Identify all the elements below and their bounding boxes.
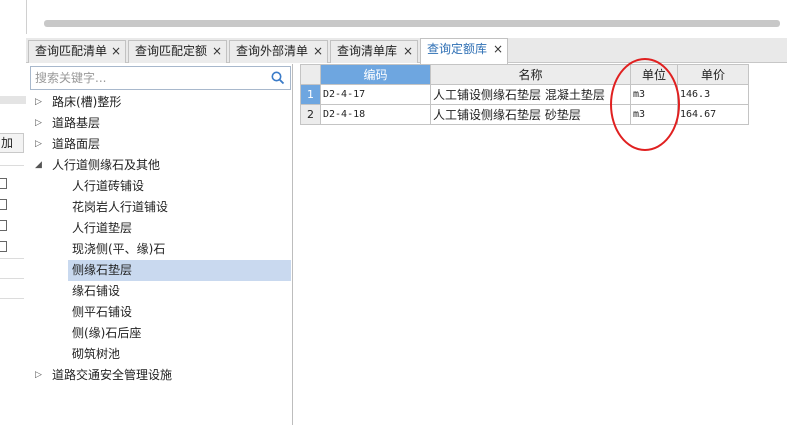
tree-node-sidewalk-curb[interactable]: ◢ 人行道侧缘石及其他 [27, 155, 291, 176]
tree-node-label: 道路交通安全管理设施 [52, 368, 173, 382]
tree-node-traffic-safety[interactable]: ▷ 道路交通安全管理设施 [27, 365, 291, 386]
left-strip-checkbox[interactable] [0, 241, 7, 252]
tree-node-curb-backing[interactable]: 侧(缘)石后座 [27, 323, 291, 344]
tree-node-label: 现浇侧(平、缘)石 [72, 242, 166, 256]
tab-list-library[interactable]: 查询清单库 × [330, 40, 418, 63]
close-icon[interactable]: × [493, 39, 503, 60]
left-strip-divider [0, 165, 24, 166]
tree-node-label: 砌筑树池 [72, 347, 121, 361]
tab-bar: 查询匹配清单 × 查询匹配定额 × 查询外部清单 × 查询清单库 × 查询定额库… [26, 38, 787, 64]
tree-node-label: 侧(缘)石后座 [72, 326, 142, 340]
tab-label: 查询清单库 [337, 44, 398, 58]
search-input[interactable] [31, 67, 256, 89]
close-icon[interactable]: × [403, 41, 413, 62]
row-number[interactable]: 2 [300, 104, 321, 125]
left-side-strip: 加 [0, 0, 26, 425]
table-row[interactable]: 2 D2-4-18 人工铺设侧缘石垫层 砂垫层 m3 164.67 [300, 104, 749, 125]
tree-node-label: 人行道砖铺设 [72, 179, 145, 193]
tree-node-curb-cushion[interactable]: 侧缘石垫层 [68, 260, 291, 281]
tree-node-subgrade[interactable]: ▷ 路床(槽)整形 [27, 92, 291, 113]
tree-node-label: 花岗岩人行道铺设 [72, 200, 169, 214]
expand-arrow-icon[interactable]: ▷ [35, 365, 45, 386]
quota-table: 编码 名称 单位 单价 1 D2-4-17 人工铺设侧缘石垫层 混凝土垫层 m3… [300, 64, 749, 125]
category-tree: ▷ 路床(槽)整形 ▷ 道路基层 ▷ 道路面层 ◢ 人行道侧缘石及其他 人行道砖… [27, 92, 291, 386]
expand-arrow-icon[interactable]: ▷ [35, 134, 45, 155]
close-icon[interactable]: × [111, 41, 121, 62]
category-tree-panel: ▷ 路床(槽)整形 ▷ 道路基层 ▷ 道路面层 ◢ 人行道侧缘石及其他 人行道砖… [27, 64, 293, 425]
column-header-unit[interactable]: 单位 [630, 64, 678, 85]
cell-price[interactable]: 164.67 [677, 104, 749, 125]
column-header-price[interactable]: 单价 [677, 64, 749, 85]
left-strip-divider [0, 278, 24, 279]
cell-price[interactable]: 146.3 [677, 84, 749, 105]
search-icon[interactable] [270, 70, 286, 86]
tab-label: 查询匹配定额 [135, 44, 208, 58]
tree-node-label: 道路基层 [52, 116, 101, 130]
row-number[interactable]: 1 [300, 84, 321, 105]
tree-node-curb-laying[interactable]: 缘石铺设 [27, 281, 291, 302]
left-strip-checkbox[interactable] [0, 220, 7, 231]
close-icon[interactable]: × [313, 41, 323, 62]
tree-node-label: 人行道垫层 [72, 221, 133, 235]
table-row[interactable]: 1 D2-4-17 人工铺设侧缘石垫层 混凝土垫层 m3 146.3 [300, 84, 749, 105]
tree-node-label: 侧缘石垫层 [72, 263, 133, 277]
column-header-name[interactable]: 名称 [430, 64, 631, 85]
tree-node-tree-pit[interactable]: 砌筑树池 [27, 344, 291, 365]
row-header-corner [300, 64, 321, 85]
expand-arrow-icon[interactable]: ▷ [35, 92, 45, 113]
quota-grid-panel: 编码 名称 单位 单价 1 D2-4-17 人工铺设侧缘石垫层 混凝土垫层 m3… [297, 64, 787, 425]
top-panel [26, 0, 787, 34]
tab-label: 查询定额库 [427, 42, 488, 56]
left-strip-add-label[interactable]: 加 [0, 133, 24, 153]
tab-label: 查询外部清单 [236, 44, 309, 58]
tree-node-label: 人行道侧缘石及其他 [52, 158, 161, 172]
tree-node-granite-sidewalk[interactable]: 花岗岩人行道铺设 [27, 197, 291, 218]
cell-code[interactable]: D2-4-18 [320, 104, 431, 125]
tree-node-label: 侧平石铺设 [72, 305, 133, 319]
cell-code[interactable]: D2-4-17 [320, 84, 431, 105]
left-strip-header [0, 96, 26, 104]
tree-node-label: 道路面层 [52, 137, 101, 151]
cell-name[interactable]: 人工铺设侧缘石垫层 混凝土垫层 [430, 84, 631, 105]
left-strip-checkbox[interactable] [0, 199, 7, 210]
tree-node-sidewalk-brick[interactable]: 人行道砖铺设 [27, 176, 291, 197]
tree-node-surface-course[interactable]: ▷ 道路面层 [27, 134, 291, 155]
tab-match-quota[interactable]: 查询匹配定额 × [128, 40, 227, 63]
left-strip-checkbox[interactable] [0, 178, 7, 189]
tree-node-sidewalk-cushion[interactable]: 人行道垫层 [27, 218, 291, 239]
tree-node-base-course[interactable]: ▷ 道路基层 [27, 113, 291, 134]
collapse-arrow-icon[interactable]: ◢ [35, 155, 45, 176]
tree-node-cast-curb[interactable]: 现浇侧(平、缘)石 [27, 239, 291, 260]
column-header-code[interactable]: 编码 [320, 64, 431, 85]
cell-unit[interactable]: m3 [630, 104, 678, 125]
tree-node-label: 路床(槽)整形 [52, 95, 122, 109]
close-icon[interactable]: × [212, 41, 222, 62]
tab-match-list[interactable]: 查询匹配清单 × [28, 40, 126, 63]
expand-arrow-icon[interactable]: ▷ [35, 113, 45, 134]
tree-node-label: 缘石铺设 [72, 284, 121, 298]
tab-external-list[interactable]: 查询外部清单 × [229, 40, 328, 63]
tab-quota-library[interactable]: 查询定额库 × [420, 38, 508, 64]
tree-node-flat-curb-laying[interactable]: 侧平石铺设 [27, 302, 291, 323]
left-strip-divider [0, 258, 24, 259]
cell-unit[interactable]: m3 [630, 84, 678, 105]
left-strip-divider [0, 298, 24, 299]
app-window: 加 查询匹配清单 × 查询匹配定额 × 查询外部清单 × 查询清单库 × 查询定… [0, 0, 787, 425]
horizontal-scrollbar[interactable] [44, 20, 780, 27]
cell-name[interactable]: 人工铺设侧缘石垫层 砂垫层 [430, 104, 631, 125]
tab-label: 查询匹配清单 [35, 44, 108, 58]
search-box [30, 66, 291, 90]
